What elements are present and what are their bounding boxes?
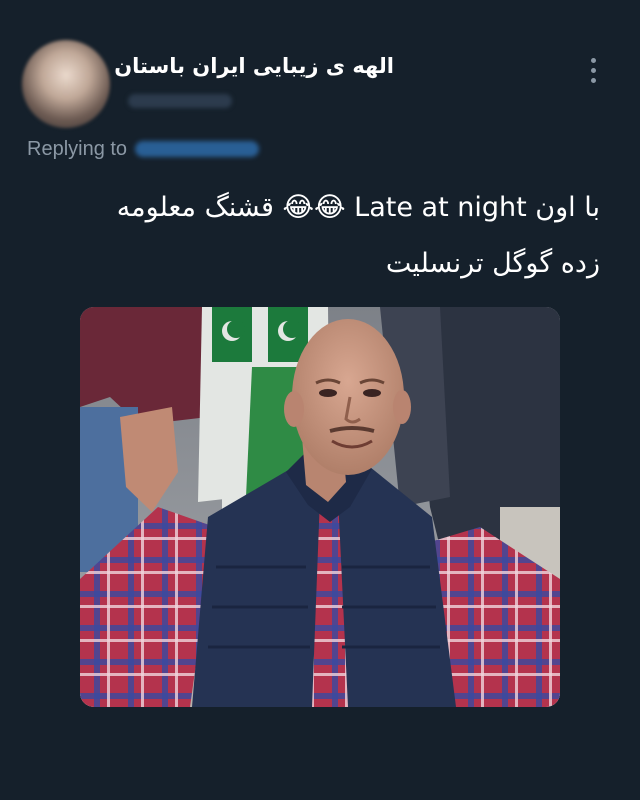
tweet-media-image[interactable] [80,307,560,707]
tweet-text-line-1: با اون Late at night 😂😂 قشنگ معلومه [116,192,600,223]
replying-to-row: Replying to [27,134,260,164]
more-dot [590,77,596,83]
tweet-text: با اون Late at night 😂😂 قشنگ معلومه زده … [40,180,600,292]
avatar[interactable] [22,40,110,128]
username-handle-redacted[interactable] [128,94,232,108]
more-vertical-icon[interactable] [578,50,608,90]
replying-to-handle-redacted[interactable] [135,141,260,157]
tweet-text-line-2: زده گوگل ترنسلیت [385,248,600,279]
replying-to-label: Replying to [27,137,128,160]
display-name[interactable]: الهه ی زیبایی ایران باستان [114,54,394,78]
more-dot [590,67,596,73]
more-dot [590,57,596,63]
